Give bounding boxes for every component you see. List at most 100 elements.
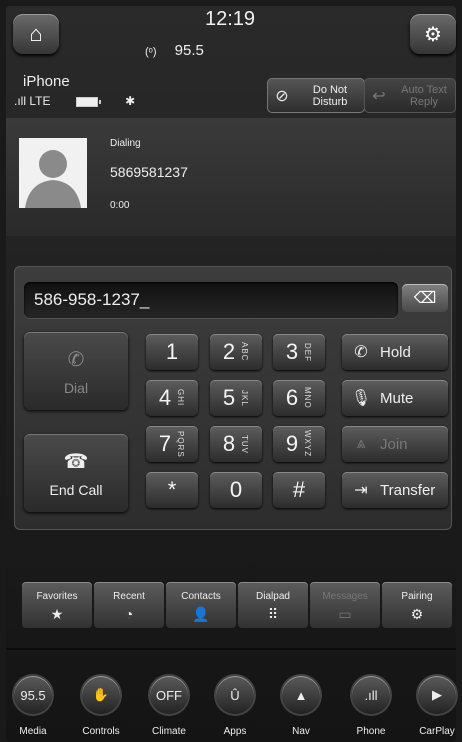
hold-label: Hold	[380, 343, 411, 361]
signal-row: .ıll LTE ✱	[14, 94, 135, 108]
key-letters: JKL	[240, 389, 250, 407]
dialpad-key[interactable]: 9 WXYZ	[273, 426, 325, 462]
transfer-icon: ⇥	[354, 482, 368, 499]
end-call-button[interactable]: ☎ End Call	[24, 434, 128, 512]
tab-pairing[interactable]: Pairing ⚙	[382, 582, 452, 628]
tab-messages[interactable]: Messages ▭	[310, 582, 380, 628]
tab-contacts[interactable]: Contacts 👤	[166, 582, 236, 628]
auto-line1: Auto Text	[401, 83, 447, 96]
call-status: Dialing	[110, 138, 141, 149]
backspace-button[interactable]: ⌫	[402, 284, 448, 312]
tab-favorites[interactable]: Favorites ★	[22, 582, 92, 628]
dock-label: Controls	[82, 726, 120, 737]
tab-icon: ◔	[124, 606, 134, 622]
dialpad-key[interactable]: 3 DEF	[273, 334, 325, 370]
dock-phone[interactable]: .ıll Phone	[340, 676, 402, 737]
dock-phone-icon: .ıll	[352, 676, 390, 714]
call-number: 5869581237	[110, 164, 188, 180]
dock-media-icon: 95.5	[14, 676, 52, 714]
radio-icon: (ᵒ)	[145, 46, 157, 58]
dialpad-key[interactable]: 2 ABC	[210, 334, 262, 370]
tab-label: Messages	[322, 591, 368, 602]
key-digit: #	[292, 477, 306, 502]
hold-icon: ✆	[354, 344, 368, 361]
key-digit: 0	[229, 477, 243, 502]
dock-carplay[interactable]: ▶ CarPlay	[406, 676, 462, 737]
radio-status: (ᵒ) 95.5	[145, 42, 204, 59]
key-letters: TUV	[240, 434, 250, 454]
settings-button[interactable]: ⚙	[410, 14, 456, 54]
key-letters: ABC	[240, 342, 250, 362]
dock-label: Apps	[223, 726, 247, 737]
tab-icon: ⠿	[267, 606, 279, 622]
end-call-icon: ☎	[63, 450, 89, 473]
auto-text-reply-button[interactable]: ↩ Auto Text Reply	[364, 78, 456, 113]
tab-label: Favorites	[36, 591, 78, 602]
dial-label: Dial	[63, 379, 89, 396]
avatar	[19, 138, 87, 208]
tab-label: Recent	[113, 591, 145, 602]
dialpad-key[interactable]: 7 PQRS	[146, 426, 198, 462]
gear-icon: ⚙	[424, 23, 442, 46]
dock-climate[interactable]: OFF Climate	[138, 676, 200, 737]
tab-recent[interactable]: Recent ◔	[94, 582, 164, 628]
radio-frequency: 95.5	[174, 42, 204, 59]
dock-controls[interactable]: ✋ Controls	[70, 676, 132, 737]
dialpad-key[interactable]: 4 GHI	[146, 380, 198, 416]
dialpad-key[interactable]: #	[273, 472, 325, 508]
tab-dialpad[interactable]: Dialpad ⠿	[238, 582, 308, 628]
join-label: Join	[380, 435, 408, 453]
do-not-disturb-button[interactable]: ⊘ Do Not Disturb	[267, 78, 365, 113]
dialpad-key[interactable]: *	[146, 472, 198, 508]
auto-line2: Reply	[409, 95, 439, 108]
dialpad-key[interactable]: 1	[146, 334, 198, 370]
bluetooth-icon: ✱	[125, 94, 136, 108]
dock-nav[interactable]: ▲ Nav	[270, 676, 332, 737]
dock-climate-icon: OFF	[150, 676, 188, 714]
key-digit: 7	[158, 431, 172, 456]
dock-media[interactable]: 95.5 Media	[2, 676, 64, 737]
key-letters: MNO	[303, 387, 313, 409]
backspace-icon: ⌫	[413, 290, 437, 307]
tab-icon: 👤	[192, 606, 210, 622]
key-digit: 3	[285, 339, 299, 364]
signal-icon: .ıll	[14, 94, 26, 108]
home-button[interactable]: ⌂	[13, 14, 59, 54]
dialpad-key[interactable]: 0	[210, 472, 262, 508]
dock-label: CarPlay	[419, 726, 455, 737]
dock-nav-icon: ▲	[282, 676, 320, 714]
key-letters: DEF	[303, 342, 313, 362]
tab-icon: ★	[50, 606, 64, 622]
phone-tabbar: Favorites ★ Recent ◔ Contacts 👤 Dialpad ⠿ Messag…	[22, 582, 452, 628]
key-letters: GHI	[176, 389, 186, 407]
dialpad-key[interactable]: 6 MNO	[273, 380, 325, 416]
dial-button[interactable]: ✆ Dial	[24, 332, 128, 410]
tab-label: Dialpad	[256, 591, 290, 602]
battery-icon	[75, 96, 101, 107]
number-entry-field[interactable]: 586-958-1237_	[24, 282, 398, 318]
network-type: LTE	[29, 94, 51, 108]
mute-label: Mute	[380, 389, 414, 407]
tab-label: Contacts	[181, 591, 221, 602]
key-digit: 8	[222, 431, 236, 456]
dock-label: Phone	[356, 726, 386, 737]
transfer-button[interactable]: ⇥ Transfer	[342, 472, 448, 508]
dialpad-key[interactable]: 8 TUV	[210, 426, 262, 462]
key-digit: *	[167, 477, 177, 502]
dialpad-key[interactable]: 5 JKL	[210, 380, 262, 416]
join-button[interactable]: ⩓ Join	[342, 426, 448, 462]
dial-icon: ✆	[67, 348, 85, 371]
end-call-label: End Call	[49, 481, 103, 498]
key-digit: 6	[285, 385, 299, 410]
key-digit: 1	[165, 339, 179, 364]
tab-icon: ▭	[338, 606, 352, 622]
device-name: iPhone	[23, 73, 70, 90]
clock: 12:19	[204, 8, 256, 30]
hold-button[interactable]: ✆ Hold	[342, 334, 448, 370]
mute-button[interactable]: 🎙 Mute	[342, 380, 448, 416]
dock-controls-icon: ✋	[82, 676, 120, 714]
dock-apps[interactable]: Û Apps	[204, 676, 266, 737]
key-letters: WXYZ	[303, 430, 313, 458]
dnd-line1: Do Not	[312, 83, 348, 96]
call-timer: 0:00	[110, 200, 130, 211]
